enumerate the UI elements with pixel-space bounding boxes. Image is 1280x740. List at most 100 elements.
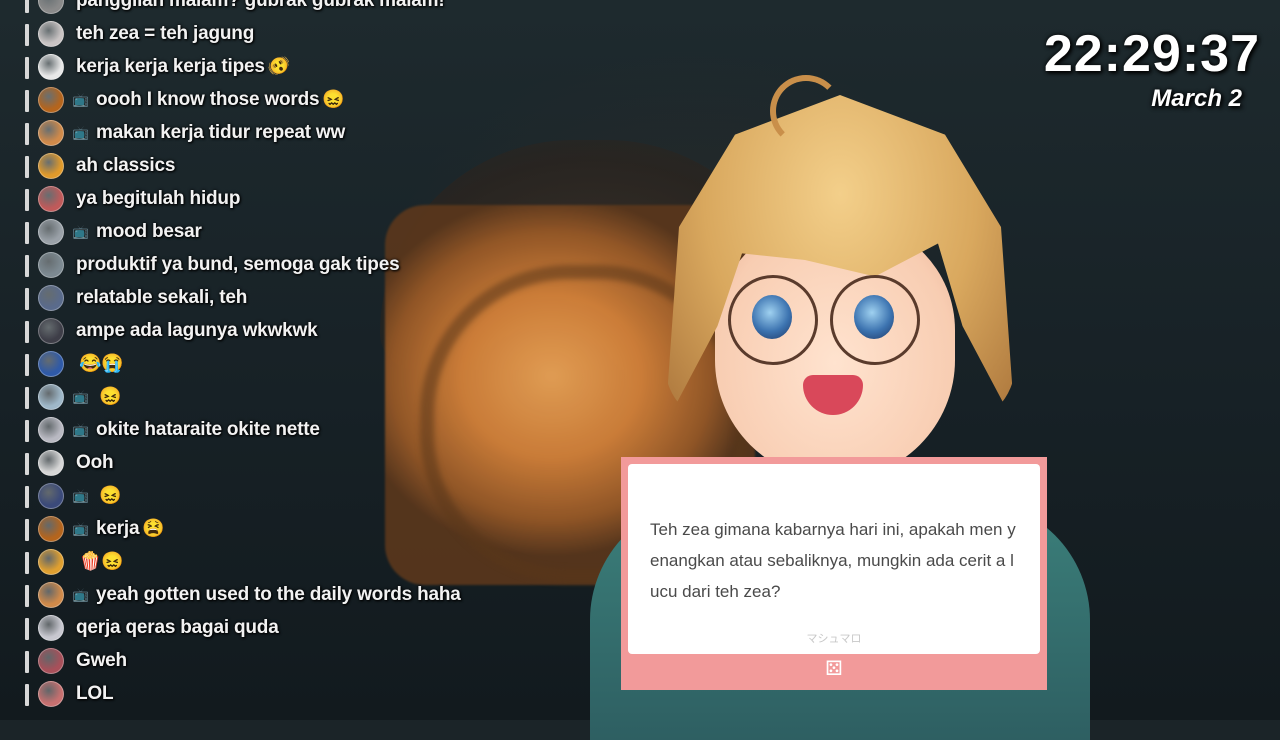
chat-row-marker bbox=[25, 0, 29, 13]
marshmallow-brand: マシュマロ bbox=[806, 633, 862, 645]
member-badge-icon: 📺 bbox=[72, 487, 90, 503]
chat-row-marker bbox=[25, 387, 29, 409]
live-chat-overlay: panggilan malam? gubrak gubrak malam! teh… bbox=[0, 0, 560, 710]
chat-message-text: ampe ada lagunya wkwkwk bbox=[76, 319, 318, 341]
chat-user-avatar bbox=[38, 548, 64, 575]
clock-date: March 2 bbox=[1151, 85, 1242, 112]
chat-message-text: kerja kerja kerja tipes bbox=[76, 55, 265, 77]
chat-user-avatar bbox=[38, 53, 64, 80]
chat-message-text: qerja qeras bagai quda bbox=[76, 616, 279, 638]
chat-message-text: yeah gotten used to the daily words haha bbox=[96, 583, 461, 605]
marshmallow-question-text: Teh zea gimana kabarnya hari ini, apakah… bbox=[650, 520, 1016, 601]
chat-row-marker bbox=[25, 519, 29, 541]
chat-row-marker bbox=[25, 651, 29, 673]
chat-row-marker bbox=[25, 123, 29, 145]
chat-user-avatar bbox=[38, 20, 64, 47]
chat-message: 😂😭 bbox=[0, 347, 560, 380]
member-badge-icon: 📺 bbox=[72, 520, 90, 536]
chat-message-text: Ooh bbox=[76, 451, 114, 473]
chat-row-marker bbox=[25, 420, 29, 442]
avatar-glasses-left bbox=[728, 275, 818, 365]
chat-row-marker bbox=[25, 453, 29, 475]
chat-row-marker bbox=[25, 486, 29, 508]
chat-row-marker bbox=[25, 354, 29, 376]
marshmallow-logo-icon: ⚄ bbox=[825, 658, 843, 680]
chat-user-avatar bbox=[38, 284, 64, 311]
chat-user-avatar bbox=[38, 383, 64, 410]
member-badge-icon: 📺 bbox=[72, 223, 90, 239]
chat-user-avatar bbox=[38, 482, 64, 509]
chat-row-marker bbox=[25, 321, 29, 343]
chat-message: qerja qeras bagai quda bbox=[0, 611, 560, 644]
chat-message: LOL bbox=[0, 677, 560, 710]
chat-row-marker bbox=[25, 189, 29, 211]
chat-message-text: mood besar bbox=[96, 220, 202, 242]
chat-message: 📺 makan kerja tidur repeat ww bbox=[0, 116, 560, 149]
chat-message: relatable sekali, teh bbox=[0, 281, 560, 314]
clock-time: 22:29:37 bbox=[1043, 25, 1260, 83]
chat-row-marker bbox=[25, 618, 29, 640]
chat-emote-icon: 😖 bbox=[99, 485, 122, 505]
chat-user-avatar bbox=[38, 647, 64, 674]
chat-message: teh zea = teh jagung bbox=[0, 17, 560, 50]
chat-message: 📺 yeah gotten used to the daily words hah… bbox=[0, 578, 560, 611]
chat-row-marker bbox=[25, 288, 29, 310]
chat-message: Gweh bbox=[0, 644, 560, 677]
chat-row-marker bbox=[25, 552, 29, 574]
chat-user-avatar bbox=[38, 86, 64, 113]
chat-user-avatar bbox=[38, 449, 64, 476]
chat-user-avatar bbox=[38, 185, 64, 212]
chat-message-text: makan kerja tidur repeat ww bbox=[96, 121, 346, 143]
chat-message: Ooh bbox=[0, 446, 560, 479]
chat-message-text: oooh I know those words bbox=[96, 88, 320, 110]
chat-message: 🍿😖 bbox=[0, 545, 560, 578]
chat-emote-icon: 🫨 bbox=[267, 56, 291, 76]
avatar-glasses-right bbox=[830, 275, 920, 365]
chat-message-text: panggilan malam? gubrak gubrak malam! bbox=[76, 0, 445, 11]
chat-user-avatar bbox=[38, 581, 64, 608]
chat-user-avatar bbox=[38, 0, 64, 14]
member-badge-icon: 📺 bbox=[72, 91, 90, 107]
chat-user-avatar bbox=[38, 251, 64, 278]
member-badge-icon: 📺 bbox=[72, 124, 90, 140]
marshmallow-card-body: Teh zea gimana kabarnya hari ini, apakah… bbox=[628, 464, 1040, 654]
chat-message: 📺 kerja 😫 bbox=[0, 512, 560, 545]
chat-row-marker bbox=[25, 90, 29, 112]
chat-message: ampe ada lagunya wkwkwk bbox=[0, 314, 560, 347]
chat-emote-icon: 😖 bbox=[99, 386, 122, 406]
chat-row-marker bbox=[25, 24, 29, 46]
avatar-hair-strand bbox=[770, 75, 842, 147]
chat-message: 📺 😖 bbox=[0, 380, 560, 413]
chat-message-text: ah classics bbox=[76, 154, 176, 176]
chat-message-text: kerja bbox=[96, 517, 140, 539]
chat-message: panggilan malam? gubrak gubrak malam! bbox=[0, 0, 560, 17]
chat-user-avatar bbox=[38, 680, 64, 707]
chat-user-avatar bbox=[38, 515, 64, 542]
member-badge-icon: 📺 bbox=[72, 421, 90, 437]
member-badge-icon: 📺 bbox=[72, 586, 90, 602]
chat-user-avatar bbox=[38, 218, 64, 245]
chat-message-text: okite hataraite okite nette bbox=[96, 418, 320, 440]
chat-row-marker bbox=[25, 57, 29, 79]
chat-message: ah classics bbox=[0, 149, 560, 182]
chat-message-text: LOL bbox=[76, 682, 114, 704]
chat-message: 📺 mood besar bbox=[0, 215, 560, 248]
chat-row-marker bbox=[25, 222, 29, 244]
chat-message: kerja kerja kerja tipes 🫨 bbox=[0, 50, 560, 83]
member-badge-icon: 📺 bbox=[72, 388, 90, 404]
chat-message-text: relatable sekali, teh bbox=[76, 286, 248, 308]
stream-clock: 22:29:37 March 2 bbox=[1044, 24, 1260, 114]
chat-message: 📺 okite hataraite okite nette bbox=[0, 413, 560, 446]
chat-message-text: Gweh bbox=[76, 649, 127, 671]
chat-emote-icon: 😂😭 bbox=[79, 353, 124, 373]
chat-row-marker bbox=[25, 255, 29, 277]
chat-message: produktif ya bund, semoga gak tipes bbox=[0, 248, 560, 281]
chat-user-avatar bbox=[38, 350, 64, 377]
chat-message-text: produktif ya bund, semoga gak tipes bbox=[76, 253, 400, 275]
chat-emote-icon: 🍿😖 bbox=[79, 551, 124, 571]
chat-user-avatar bbox=[38, 416, 64, 443]
chat-emote-icon: 😫 bbox=[142, 518, 165, 538]
chat-message-text: teh zea = teh jagung bbox=[76, 22, 255, 44]
chat-row-marker bbox=[25, 156, 29, 178]
chat-emote-icon: 😖 bbox=[322, 89, 345, 109]
